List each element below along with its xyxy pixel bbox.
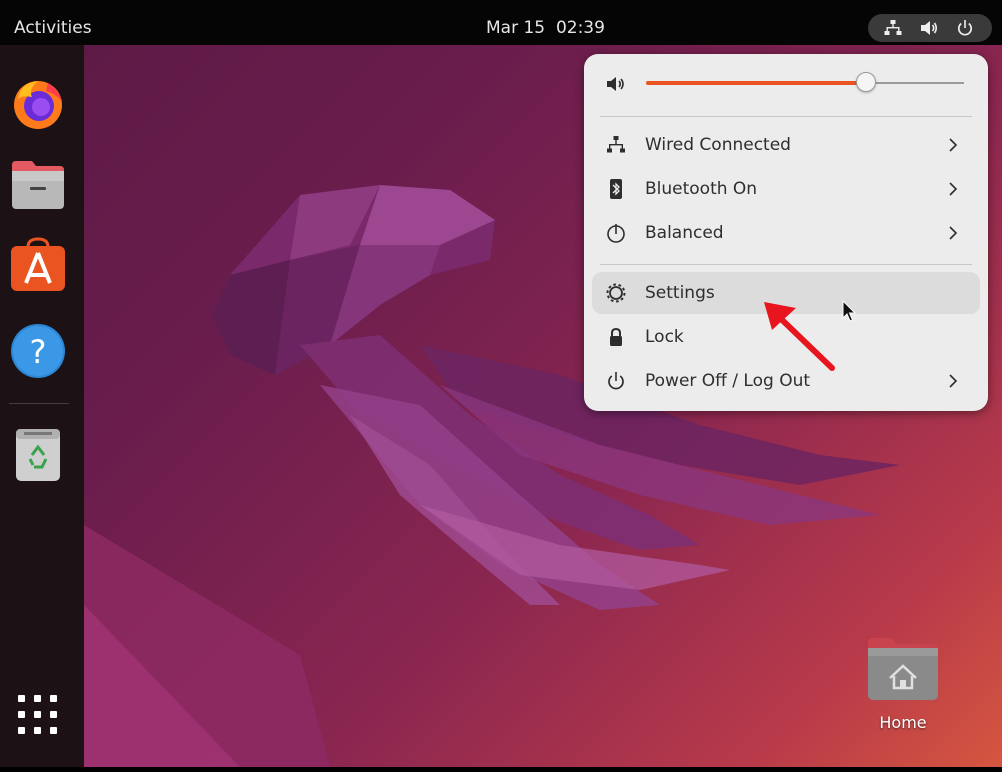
svg-text:?: ? (30, 333, 47, 371)
menu-item-label: Wired Connected (645, 135, 791, 155)
dock: ? (0, 45, 84, 767)
annotation-arrow-icon (764, 302, 835, 371)
menu-item-label: Balanced (645, 223, 724, 243)
app-grid-icon[interactable] (18, 695, 58, 735)
trash-icon[interactable] (10, 427, 66, 483)
menu-item-power-profile[interactable]: Balanced (592, 212, 980, 254)
chevron-right-icon (949, 226, 958, 240)
power-icon (957, 20, 973, 36)
lock-icon (610, 327, 622, 346)
desktop-screen: Activities Mar 15 02:39 ? Home Wired Con… (0, 0, 1002, 772)
software-store-icon[interactable] (10, 237, 66, 293)
chevron-right-icon (949, 374, 958, 388)
menu-separator (600, 116, 972, 117)
home-folder-label[interactable]: Home (860, 713, 946, 732)
gear-icon (606, 283, 626, 303)
files-icon[interactable] (10, 157, 66, 213)
top-bar: Activities Mar 15 02:39 (0, 0, 1002, 45)
volume-slider-handle[interactable] (856, 72, 877, 92)
clock-date: Mar 15 (486, 18, 546, 38)
bluetooth-icon (610, 179, 622, 199)
system-indicators-button[interactable] (868, 14, 992, 42)
clock-time: 02:39 (555, 18, 605, 38)
volume-icon (607, 77, 624, 91)
activities-button[interactable]: Activities (14, 0, 92, 45)
menu-item-label: Settings (645, 283, 715, 303)
volume-slider-fill (646, 81, 866, 85)
clock-button[interactable]: Mar 15 02:39 (486, 0, 605, 45)
menu-item-wired-connected[interactable]: Wired Connected (592, 124, 980, 166)
power-profile-icon (607, 224, 625, 243)
help-icon[interactable]: ? (10, 323, 66, 379)
power-icon (608, 372, 624, 390)
firefox-icon[interactable] (10, 75, 66, 131)
volume-slider[interactable] (646, 72, 964, 92)
volume-icon (921, 21, 938, 35)
volume-slider-track (865, 82, 964, 84)
network-wired-icon (884, 20, 902, 35)
menu-item-label: Bluetooth On (645, 179, 758, 199)
menu-item-bluetooth[interactable]: Bluetooth On (592, 168, 980, 210)
menu-item-label: Lock (645, 327, 684, 347)
mouse-cursor-icon (842, 300, 857, 322)
menu-separator (600, 264, 972, 265)
network-wired-icon (607, 136, 625, 153)
chevron-right-icon (949, 138, 958, 152)
dock-separator (9, 403, 69, 404)
home-folder-icon[interactable] (866, 636, 940, 702)
chevron-right-icon (949, 182, 958, 196)
